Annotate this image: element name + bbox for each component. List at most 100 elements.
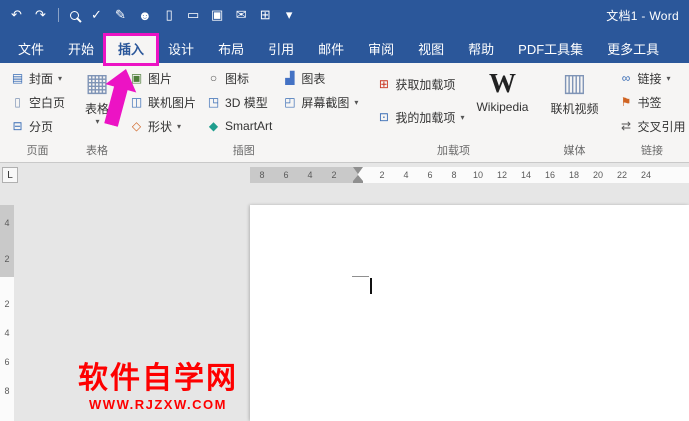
- screenshot-button[interactable]: ◰ 屏幕截图 ▾: [277, 90, 363, 114]
- group-links: ∞ 链接 ▾ ⚑ 书签 ⇄ 交叉引用 链接: [612, 65, 689, 162]
- ribbon: ▤ 封面 ▾ ▯ 空白页 ⊟ 分页 页面 ▦ 表格 ▾ 表格 ▣ 图片 ◫ 联机…: [0, 63, 689, 163]
- tab-pdf-tools[interactable]: PDF工具集: [506, 36, 595, 63]
- ruler-number: 6: [4, 357, 10, 367]
- online-video-button[interactable]: ▥ 联机视频: [543, 66, 605, 117]
- group-illustrations: ▣ 图片 ◫ 联机图片 ◇ 形状 ▾ ○ 图标 ◳ 3D 模型 ◆ SmartA…: [122, 65, 365, 162]
- wikipedia-button[interactable]: W Wikipedia: [469, 66, 535, 114]
- tab-references[interactable]: 引用: [256, 36, 306, 63]
- search-icon[interactable]: [70, 10, 79, 20]
- vertical-ruler[interactable]: 4 2 2 4 6 8: [0, 187, 14, 421]
- icons-label: 图标: [225, 71, 250, 86]
- edit-pen-icon[interactable]: ✎: [114, 7, 127, 23]
- ruler-number: 4: [403, 170, 409, 180]
- ruler-number: 12: [496, 170, 507, 180]
- page-break-label: 分页: [29, 119, 54, 134]
- cover-page-label: 封面: [29, 71, 54, 86]
- link-label: 链接: [637, 71, 662, 86]
- document-area: 4 2 2 4 6 8 软件自学网 WWW.RJZXW.COM: [0, 187, 689, 421]
- pictures-label: 图片: [148, 71, 173, 86]
- contacts-icon[interactable]: ☻: [138, 8, 152, 23]
- blank-page-button[interactable]: ▯ 空白页: [5, 90, 70, 114]
- smartart-label: SmartArt: [225, 119, 273, 133]
- page-break-button[interactable]: ⊟ 分页: [5, 114, 70, 138]
- save-icon[interactable]: ▣: [211, 7, 224, 23]
- group-label-illustrations: 插图: [232, 145, 255, 157]
- get-addins-button[interactable]: ⊞ 获取加载项: [371, 69, 469, 99]
- tab-help[interactable]: 帮助: [456, 36, 506, 63]
- get-addins-icon: ⊞: [378, 77, 389, 91]
- tab-layout[interactable]: 布局: [206, 36, 256, 63]
- ruler-number: 2: [379, 170, 385, 180]
- ruler-number: 4: [4, 218, 10, 228]
- word-window: ↶ ↷ ✓ ✎ ☻ ▯ ▭ ▣ ✉ ⊞ ▾ 文档1 - Word 文件 开始 插…: [0, 0, 689, 421]
- screenshot-icon: ◰: [284, 95, 296, 109]
- 3d-model-icon: ◳: [207, 95, 220, 109]
- titlebar: ↶ ↷ ✓ ✎ ☻ ▯ ▭ ▣ ✉ ⊞ ▾ 文档1 - Word: [0, 0, 689, 30]
- link-button[interactable]: ∞ 链接 ▾: [614, 66, 689, 90]
- cover-page-button[interactable]: ▤ 封面 ▾: [5, 66, 70, 90]
- icons-button[interactable]: ○ 图标: [201, 66, 277, 90]
- chevron-down-icon: ▾: [666, 73, 671, 83]
- tab-mailings[interactable]: 邮件: [306, 36, 356, 63]
- tab-design[interactable]: 设计: [156, 36, 206, 63]
- table-button[interactable]: ▦ 表格 ▾: [78, 66, 116, 126]
- tab-insert[interactable]: 插入: [103, 33, 160, 127]
- ruler-left-margin: 8 6 4 2: [250, 167, 363, 183]
- tab-view[interactable]: 视图: [406, 36, 456, 63]
- group-label-pages: 页面: [26, 145, 49, 157]
- toolbar-options-icon[interactable]: ▾: [283, 7, 296, 23]
- wikipedia-label: Wikipedia: [476, 100, 529, 114]
- window-title: 文档1 - Word: [606, 8, 679, 23]
- ruler-text-area: 2 4 6 8 10 12 14 16 18 20 22 24: [358, 167, 689, 183]
- picture-icon: ▣: [130, 71, 143, 85]
- chart-button[interactable]: ▟ 图表: [277, 66, 363, 90]
- addin-package-icon[interactable]: ⊞: [259, 7, 272, 23]
- ruler-number: 2: [331, 170, 337, 180]
- bookmark-button[interactable]: ⚑ 书签: [614, 90, 689, 114]
- 3d-models-button[interactable]: ◳ 3D 模型: [201, 90, 277, 114]
- open-folder-icon[interactable]: ▭: [187, 7, 200, 23]
- document-page[interactable]: [250, 205, 689, 421]
- group-addins: ⊞ 获取加载项 ⊡ 我的加载项 ▾ W Wikipedia 加载项: [369, 65, 537, 162]
- tab-file[interactable]: 文件: [6, 36, 56, 63]
- ruler-number: 20: [592, 170, 603, 180]
- ruler-number: 6: [283, 170, 289, 180]
- pictures-button[interactable]: ▣ 图片: [124, 66, 201, 90]
- online-video-icon: ▥: [562, 69, 587, 97]
- ruler-number: 18: [568, 170, 579, 180]
- tab-insert-label: 插入: [118, 42, 145, 57]
- ruler-number: 10: [472, 170, 483, 180]
- chevron-down-icon: ▾: [460, 112, 465, 122]
- group-label-media: 媒体: [563, 145, 586, 157]
- ruler-number: 16: [544, 170, 555, 180]
- ruler-number: 8: [451, 170, 457, 180]
- shapes-button[interactable]: ◇ 形状 ▾: [124, 114, 201, 138]
- wikipedia-icon: W: [488, 68, 516, 98]
- tab-more-tools[interactable]: 更多工具: [595, 36, 671, 63]
- spellcheck-icon[interactable]: ✓: [90, 7, 103, 23]
- text-cursor: [370, 278, 372, 294]
- redo-icon[interactable]: ↷: [34, 7, 47, 23]
- online-video-label: 联机视频: [550, 102, 599, 116]
- tab-review[interactable]: 审阅: [356, 36, 406, 63]
- quick-access-toolbar: ↶ ↷ ✓ ✎ ☻ ▯ ▭ ▣ ✉ ⊞ ▾: [10, 7, 296, 23]
- tab-home[interactable]: 开始: [56, 36, 106, 63]
- icons-icon: ○: [209, 71, 218, 85]
- undo-icon[interactable]: ↶: [10, 7, 23, 23]
- ruler-number: 4: [307, 170, 313, 180]
- chevron-down-icon: ▾: [177, 121, 182, 131]
- group-label-tables: 表格: [86, 145, 109, 157]
- blank-page-icon: ▯: [14, 95, 21, 109]
- smartart-button[interactable]: ◆ SmartArt: [201, 114, 277, 138]
- tab-stop-selector[interactable]: L: [2, 167, 18, 183]
- horizontal-ruler[interactable]: 8 6 4 2 2 4 6 8 10 12 14 16 18 20 22 24: [250, 167, 689, 183]
- ruler-number: 14: [520, 170, 531, 180]
- my-addins-button[interactable]: ⊡ 我的加载项 ▾: [371, 102, 469, 132]
- cross-reference-button[interactable]: ⇄ 交叉引用: [614, 114, 689, 138]
- new-document-icon[interactable]: ▯: [163, 7, 176, 23]
- group-label-addins: 加载项: [436, 145, 470, 157]
- online-pictures-button[interactable]: ◫ 联机图片: [124, 90, 201, 114]
- email-icon[interactable]: ✉: [235, 7, 248, 23]
- shapes-icon: ◇: [131, 119, 142, 133]
- group-media: ▥ 联机视频 媒体: [541, 65, 607, 162]
